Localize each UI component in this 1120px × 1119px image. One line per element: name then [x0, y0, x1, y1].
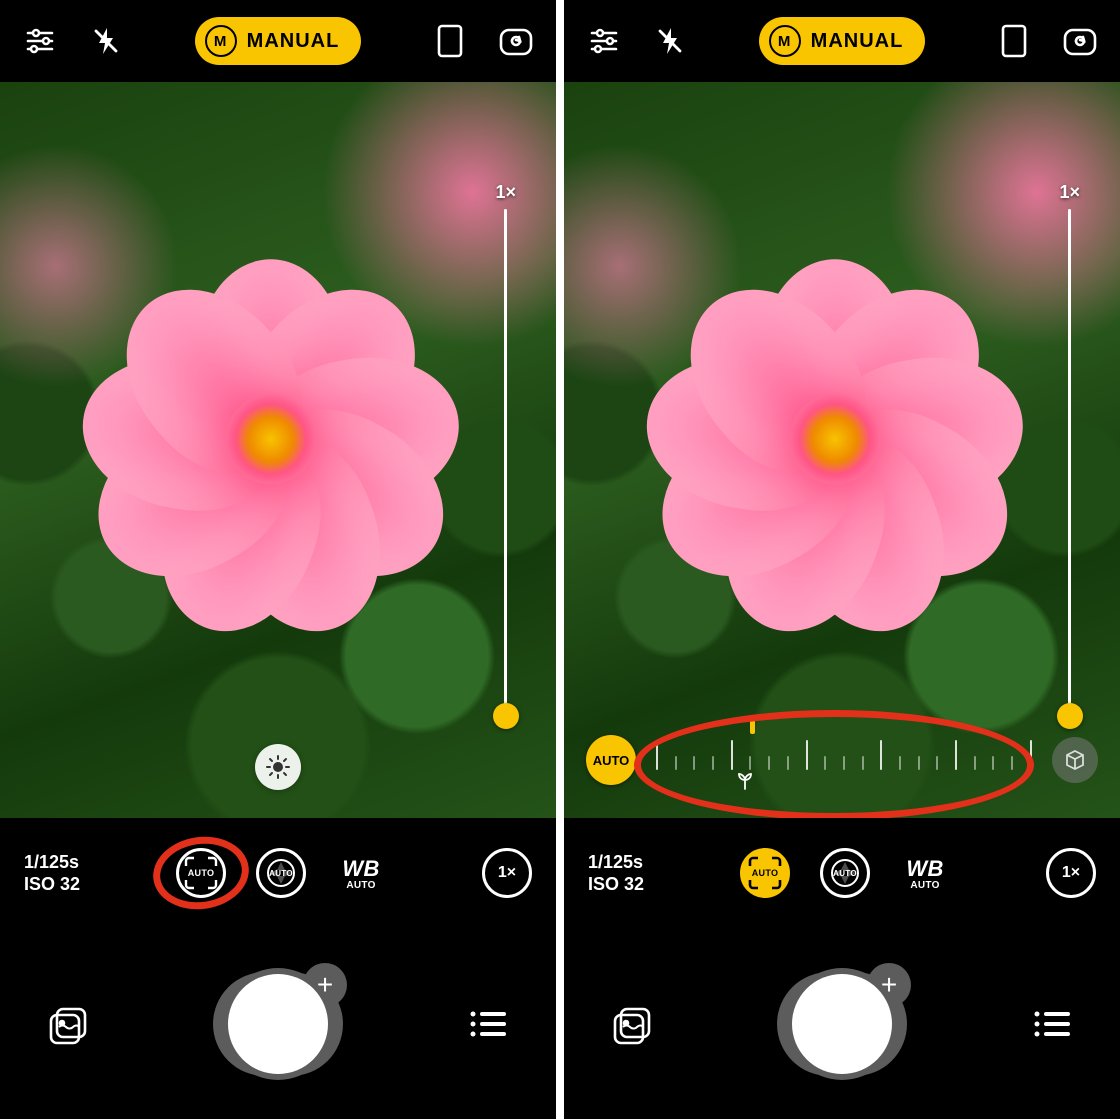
white-balance-control[interactable]: WB AUTO: [900, 848, 950, 898]
modes-list-button[interactable]: [460, 996, 516, 1052]
wb-sub-label: AUTO: [910, 880, 939, 891]
flash-off-icon[interactable]: [86, 21, 126, 61]
zoom-slider[interactable]: 1×: [1059, 182, 1080, 717]
zoom-chip-label: 1×: [1062, 864, 1080, 882]
exposure-readout: 1/125s ISO 32: [588, 851, 644, 896]
zoom-chip-label: 1×: [498, 864, 516, 882]
shutter-speed-value: 1/125s: [588, 851, 644, 874]
white-balance-control[interactable]: WB AUTO: [336, 848, 386, 898]
macro-icon: [734, 769, 756, 796]
shutter-button[interactable]: [792, 974, 892, 1074]
zoom-level-button[interactable]: 1×: [482, 848, 532, 898]
camera-preview: [564, 82, 1120, 818]
shutter-speed-value: 1/125s: [24, 851, 80, 874]
zoom-knob[interactable]: [1057, 703, 1083, 729]
shutter-area: +: [213, 959, 343, 1089]
focus-control[interactable]: AUTO: [176, 848, 226, 898]
mode-badge: M: [769, 25, 801, 57]
top-bar: M MANUAL: [564, 0, 1120, 82]
control-strip: 1/125s ISO 32 AUTO AUTO WB AUTO: [564, 818, 1120, 928]
settings-sliders-icon[interactable]: [584, 21, 624, 61]
modes-list-button[interactable]: [1024, 996, 1080, 1052]
focus-label: AUTO: [752, 868, 779, 878]
viewfinder[interactable]: 1×: [0, 82, 556, 818]
switch-camera-icon[interactable]: [1060, 21, 1100, 61]
focus-control[interactable]: AUTO: [740, 848, 790, 898]
zoom-slider[interactable]: 1×: [495, 182, 516, 717]
exposure-control[interactable]: AUTO: [820, 848, 870, 898]
focus-distance-slider[interactable]: [648, 730, 1040, 790]
wb-label: WB: [342, 856, 379, 882]
shutter-row: +: [0, 928, 556, 1119]
gallery-button[interactable]: [604, 996, 660, 1052]
exposure-readout: 1/125s ISO 32: [24, 851, 80, 896]
focus-distance-overlay: AUTO: [564, 730, 1120, 790]
gallery-button[interactable]: [40, 996, 96, 1052]
shutter-button[interactable]: [228, 974, 328, 1074]
mode-label: MANUAL: [811, 30, 904, 53]
shutter-area: +: [777, 959, 907, 1089]
top-bar: M MANUAL: [0, 0, 556, 82]
iso-value: ISO 32: [588, 873, 644, 896]
viewfinder[interactable]: 1× AUTO: [564, 82, 1120, 818]
exposure-adjust-button[interactable]: [255, 744, 301, 790]
mode-label: MANUAL: [247, 30, 340, 53]
focus-label: AUTO: [188, 868, 215, 878]
focus-peaking-button[interactable]: [1052, 737, 1098, 783]
camera-preview: [0, 82, 556, 818]
wb-label: WB: [906, 856, 943, 882]
zoom-level-button[interactable]: 1×: [1046, 848, 1096, 898]
shutter-row: +: [564, 928, 1120, 1119]
wb-sub-label: AUTO: [346, 880, 375, 891]
zoom-label: 1×: [1059, 182, 1080, 203]
switch-camera-icon[interactable]: [496, 21, 536, 61]
left-screenshot: M MANUAL: [0, 0, 556, 1119]
mode-badge: M: [205, 25, 237, 57]
focus-position-indicator: [750, 720, 755, 734]
exposure-auto-label: AUTO: [269, 869, 293, 878]
focus-auto-chip[interactable]: AUTO: [586, 735, 636, 785]
iso-value: ISO 32: [24, 873, 80, 896]
flash-off-icon[interactable]: [650, 21, 690, 61]
settings-sliders-icon[interactable]: [20, 21, 60, 61]
zoom-label: 1×: [495, 182, 516, 203]
exposure-control[interactable]: AUTO: [256, 848, 306, 898]
right-screenshot: M MANUAL: [564, 0, 1120, 1119]
aspect-ratio-icon[interactable]: [430, 21, 470, 61]
aspect-ratio-icon[interactable]: [994, 21, 1034, 61]
mode-pill[interactable]: M MANUAL: [759, 17, 926, 65]
exposure-auto-label: AUTO: [833, 869, 857, 878]
zoom-knob[interactable]: [493, 703, 519, 729]
mode-pill[interactable]: M MANUAL: [195, 17, 362, 65]
control-strip: 1/125s ISO 32 AUTO AUTO: [0, 818, 556, 928]
